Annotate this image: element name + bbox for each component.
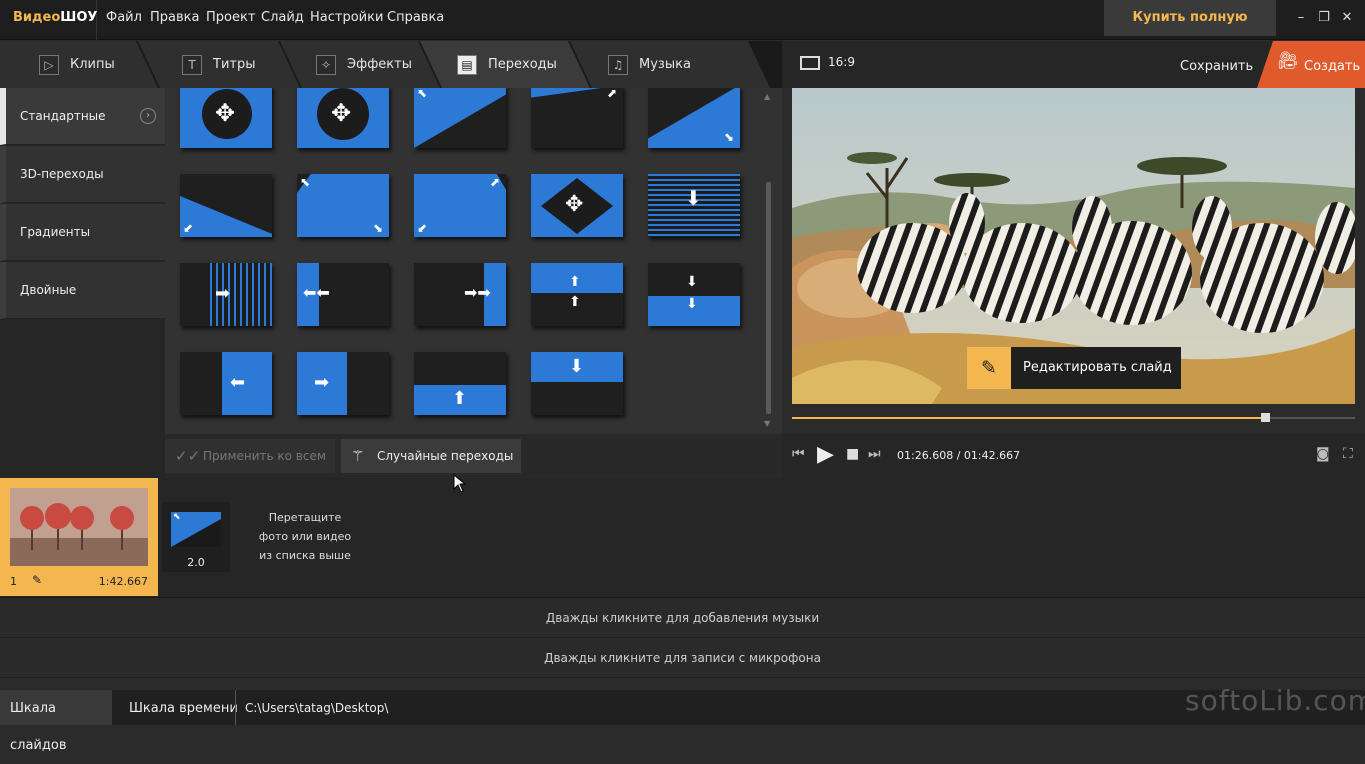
category-double[interactable]: Двойные [0, 262, 165, 319]
tab-titles[interactable]: T Титры [138, 41, 300, 88]
tab-effects[interactable]: ✧ Эффекты [280, 41, 440, 88]
progress-knob[interactable] [1260, 413, 1270, 422]
watermark: softoLib.com [1185, 684, 1365, 717]
text-icon: T [182, 55, 202, 75]
magic-wand-icon: ✧ [316, 55, 336, 75]
transition-thumb[interactable]: ➡ [297, 352, 389, 415]
scroll-up-icon[interactable]: ▲ [764, 92, 770, 101]
buy-full-version-button[interactable]: Купить полную версию [1104, 0, 1276, 61]
video-camera-icon: 🎥︎ [1277, 51, 1299, 71]
play-icon[interactable]: ▶ [817, 442, 834, 467]
menu-help[interactable]: Справка [387, 0, 444, 36]
save-button[interactable]: Сохранить [1180, 41, 1253, 88]
microphone-track[interactable]: Дважды кликните для записи с микрофона [0, 638, 1365, 678]
transition-thumb[interactable]: ⬇ [648, 174, 740, 237]
transition-thumb[interactable]: ➡➡ [414, 263, 506, 326]
aspect-ratio-selector[interactable]: 16:9 [800, 55, 855, 70]
slide-timeline: 1 ✎ 1:42.667 ⬉ 2.0 Перетащите фото или в… [0, 478, 1365, 598]
monitor-icon [800, 55, 820, 70]
menu-settings[interactable]: Настройки [310, 0, 383, 36]
music-track[interactable]: Дважды кликните для добавления музыки [0, 598, 1365, 638]
slide-thumbnail [10, 488, 148, 566]
transition-thumb[interactable]: ⬅⬅ [297, 263, 389, 326]
magic-wand-icon: ⚚ [351, 447, 365, 465]
menu-bar: ВидеоШОУ Файл Правка Проект Слайд Настро… [0, 0, 1365, 61]
playback-time: 01:26.608 / 01:42.667 [897, 449, 1021, 462]
transition-thumb[interactable]: ⬉ ⬊ [297, 174, 389, 237]
grid-action-bar: ✓✓ Применить ко всем ⚚ Случайные переходы [165, 434, 782, 478]
category-gradients[interactable]: Градиенты [0, 204, 165, 261]
snapshot-icon[interactable]: ◙ [1316, 446, 1330, 462]
pencil-icon[interactable]: ✎ [32, 573, 42, 587]
scrollbar-thumb[interactable] [766, 182, 771, 414]
scroll-down-icon[interactable]: ▼ [764, 419, 770, 428]
clapperboard-icon: ▤ [457, 55, 477, 75]
skip-forward-icon[interactable]: ⏭ [868, 446, 881, 462]
transition-thumb[interactable]: ⬆ [414, 352, 506, 415]
menu-project[interactable]: Проект [206, 0, 255, 36]
project-path: C:\Users\tatag\Desktop\ [235, 690, 388, 725]
minimize-icon[interactable]: – [1291, 8, 1311, 28]
playback-progress[interactable] [792, 413, 1355, 422]
skip-back-icon[interactable]: ⏮ [792, 446, 805, 462]
transition-thumb[interactable]: ⬊ [648, 88, 740, 148]
player-controls: ⏮ ▶ ■ ⏭ 01:26.608 / 01:42.667 ◙ ⛶ [782, 434, 1365, 478]
create-button[interactable]: 🎥︎ Создать [1257, 41, 1365, 88]
progress-fill [792, 417, 1265, 419]
random-transitions-button[interactable]: ⚚ Случайные переходы [341, 439, 521, 473]
transition-thumb[interactable]: ➡ [180, 263, 272, 326]
drop-hint: Перетащите фото или видео из списка выше [258, 511, 352, 562]
transition-preview: ⬉ [171, 512, 221, 547]
preview-header: 16:9 Сохранить 🎥︎ Создать [782, 41, 1365, 88]
close-icon[interactable]: ✕ [1337, 8, 1357, 28]
transition-thumb[interactable]: ⬉ [414, 88, 506, 148]
stop-icon[interactable]: ■ [846, 446, 859, 462]
mouse-cursor [453, 474, 467, 493]
transition-slot[interactable]: ⬉ 2.0 [162, 502, 230, 572]
transition-thumb[interactable]: ✥ [531, 174, 623, 237]
category-standard[interactable]: Стандартные › [0, 88, 165, 145]
category-3d[interactable]: 3D-переходы [0, 146, 165, 203]
status-bar: Шкала слайдов Шкала времени C:\Users\tat… [0, 690, 1365, 753]
grid-scrollbar[interactable]: ▲ ▼ [763, 92, 774, 428]
pencil-icon: ✎ [967, 347, 1011, 389]
menu-edit[interactable]: Правка [150, 0, 199, 36]
transition-thumb[interactable]: ⬅ [180, 352, 272, 415]
transition-thumb[interactable]: ⬇ ⬇ [648, 263, 740, 326]
transition-thumb[interactable]: ✥ [297, 88, 389, 148]
apply-to-all-button[interactable]: ✓✓ Применить ко всем [165, 439, 335, 473]
checkmark-icon: ✓✓ [175, 447, 201, 465]
menu-slide[interactable]: Слайд [261, 0, 304, 36]
tab-music[interactable]: ♫ Музыка [570, 41, 770, 88]
category-sidebar: Стандартные › 3D-переходы Градиенты Двой… [0, 88, 165, 478]
transition-thumb[interactable]: ⬈ [531, 88, 623, 148]
tab-time-scale[interactable]: Шкала времени [119, 690, 248, 725]
transition-thumb[interactable]: ⬆ ⬆ [531, 263, 623, 326]
transitions-grid: ✥ ✥ ⬉ ⬈ ⬊ ⬋ ⬉ ⬊ ⬈ ⬋ ✥ ⬇ ➡ ⬅⬅ ➡➡ ⬆ ⬆ ⬇ ⬇ ⬅ ➡ … [165, 88, 782, 434]
music-icon: ♫ [608, 55, 628, 75]
transition-thumb[interactable]: ✥ [180, 88, 272, 148]
edit-slide-button[interactable]: ✎ Редактировать слайд [967, 347, 1181, 389]
slide-card[interactable]: 1 ✎ 1:42.667 [0, 478, 158, 596]
tab-bar: ▷ Клипы T Титры ✧ Эффекты ▤ Переходы ♫ М… [0, 41, 782, 88]
transition-thumb[interactable]: ⬇ [531, 352, 623, 415]
chevron-right-icon: › [140, 108, 156, 124]
menu-file[interactable]: Файл [106, 0, 142, 36]
fullscreen-icon[interactable]: ⛶ [1343, 446, 1353, 462]
app-logo: ВидеоШОУ [0, 0, 97, 40]
play-icon: ▷ [39, 55, 59, 75]
transition-thumb[interactable]: ⬋ [180, 174, 272, 237]
restore-icon[interactable]: ❐ [1314, 8, 1334, 28]
tab-clips[interactable]: ▷ Клипы [0, 41, 158, 88]
tab-transitions[interactable]: ▤ Переходы [420, 41, 590, 88]
tab-slide-scale[interactable]: Шкала слайдов [0, 690, 112, 753]
transition-thumb[interactable]: ⬈ ⬋ [414, 174, 506, 237]
